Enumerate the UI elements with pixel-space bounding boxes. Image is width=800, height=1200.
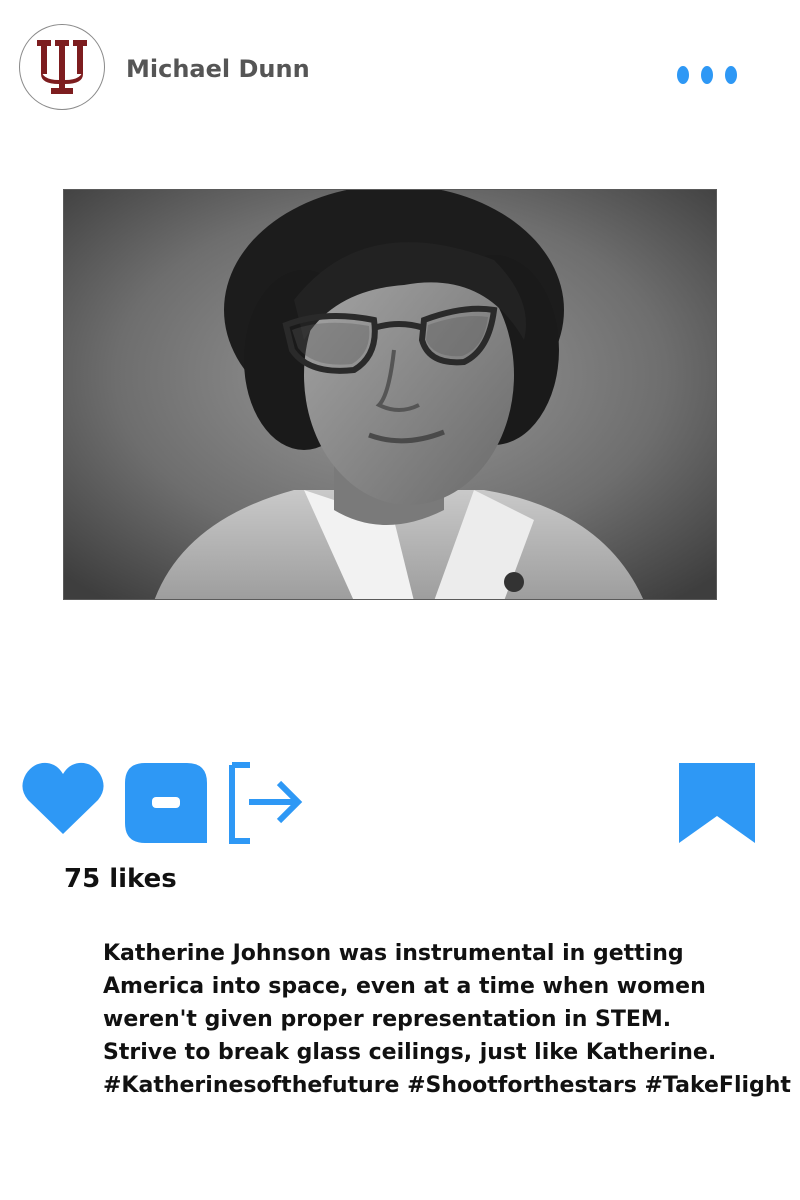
comment-button[interactable] (125, 763, 207, 843)
caption-line: Katherine Johnson was instrumental in ge… (103, 941, 684, 966)
caption-line: Strive to break glass ceilings, just lik… (103, 1040, 717, 1065)
more-options-button[interactable] (672, 62, 744, 88)
share-button[interactable] (229, 762, 303, 844)
share-icon (229, 762, 303, 844)
caption-hashtags[interactable]: #Katherinesofthefuture #Shootforthestars… (103, 1069, 793, 1102)
likes-count[interactable]: 75 likes (64, 862, 177, 896)
post-caption: Katherine Johnson was instrumental in ge… (103, 937, 793, 1102)
heart-icon (22, 762, 104, 834)
post-photo[interactable] (63, 189, 717, 600)
bookmark-icon (679, 763, 755, 843)
like-button[interactable] (22, 762, 104, 836)
author-name[interactable]: Michael Dunn (126, 54, 310, 84)
save-button[interactable] (678, 762, 756, 844)
caption-line: America into space, even at a time when … (103, 974, 706, 999)
author-avatar[interactable] (19, 24, 105, 110)
comment-icon (125, 763, 207, 843)
more-dots-icon (677, 66, 737, 84)
portrait-image (64, 190, 716, 599)
indiana-university-logo-icon (37, 40, 87, 94)
caption-line: weren't given proper representation in S… (103, 1007, 672, 1032)
